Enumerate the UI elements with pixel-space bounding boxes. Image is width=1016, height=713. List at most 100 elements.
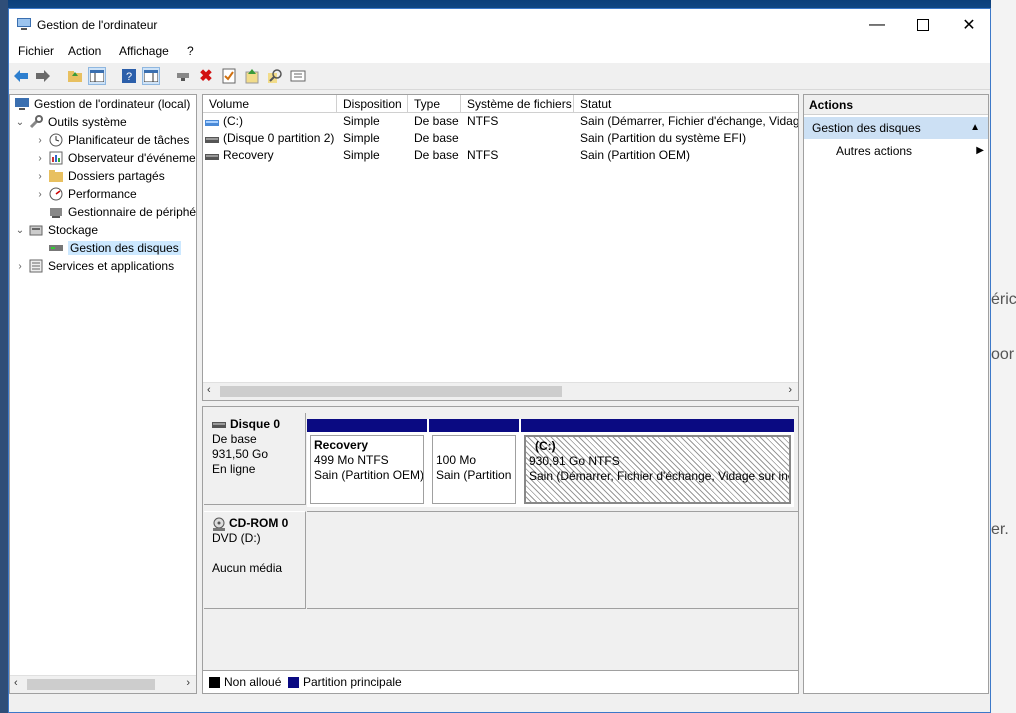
- partition-bar: [429, 419, 519, 432]
- title-bar[interactable]: Gestion de l'ordinateur — ✕: [9, 9, 990, 41]
- export-list-button[interactable]: [289, 67, 307, 85]
- background-text-1: éric: [991, 291, 1016, 308]
- cdrom-0-name: CD-ROM 0: [229, 516, 289, 530]
- scroll-left-icon[interactable]: ‹: [14, 677, 18, 689]
- connect-drive-button[interactable]: [174, 67, 192, 85]
- show-hide-tree-button[interactable]: [88, 67, 106, 85]
- performance-icon: [48, 186, 64, 202]
- tree-label-device-manager: Gestionnaire de périphé: [68, 205, 197, 219]
- minimize-button[interactable]: —: [854, 9, 900, 41]
- help-button[interactable]: ?: [120, 67, 138, 85]
- partition-bar: [307, 419, 427, 432]
- background-window-left: [0, 0, 8, 713]
- menu-help[interactable]: ?: [187, 44, 194, 58]
- volume-status: Sain (Démarrer, Fichier d'échange, Vidag…: [580, 114, 798, 128]
- show-hide-action-button[interactable]: [142, 67, 160, 85]
- maximize-button[interactable]: [900, 9, 946, 41]
- tree-label-services: Services et applications: [48, 259, 175, 273]
- column-header-volume[interactable]: Volume: [203, 95, 337, 113]
- scroll-left-icon[interactable]: ‹: [207, 384, 211, 396]
- chevron-right-icon[interactable]: ›: [34, 189, 46, 200]
- chevron-right-icon[interactable]: ›: [34, 153, 46, 164]
- volume-type: De base: [414, 114, 459, 128]
- search-button[interactable]: [266, 67, 284, 85]
- actions-more-actions[interactable]: Autres actions ▶: [836, 141, 986, 161]
- chevron-right-icon[interactable]: ›: [34, 171, 46, 182]
- column-header-filesystem[interactable]: Système de fichiers: [461, 95, 574, 113]
- disk-icon: [212, 421, 226, 428]
- search-icon: [268, 69, 282, 83]
- tree-item-shared-folders[interactable]: › Dossiers partagés: [34, 167, 164, 185]
- tree-item-services[interactable]: › Services et applications: [14, 257, 174, 275]
- svg-text:?: ?: [126, 71, 132, 83]
- tree-item-task-scheduler[interactable]: › Planificateur de tâches: [34, 131, 189, 149]
- partition-c[interactable]: (C:) 930,91 Go NTFS Sain (Démarrer, Fich…: [521, 419, 794, 507]
- collapse-up-icon[interactable]: ▲: [970, 117, 980, 139]
- tree-item-root[interactable]: Gestion de l'ordinateur (local): [12, 95, 190, 113]
- volume-list-horizontal-scrollbar[interactable]: ‹ ›: [203, 382, 798, 400]
- tree-label-storage: Stockage: [48, 223, 99, 237]
- partition-body: Recovery 499 Mo NTFS Sain (Partition OEM…: [310, 435, 424, 504]
- partition-recovery[interactable]: Recovery 499 Mo NTFS Sain (Partition OEM…: [307, 419, 427, 507]
- back-button[interactable]: [12, 67, 30, 85]
- more-actions-label: Autres actions: [836, 144, 913, 158]
- delete-button[interactable]: ✖: [197, 67, 215, 85]
- tree-item-system-tools[interactable]: ⌄ Outils système: [14, 113, 127, 131]
- refresh-icon: [245, 69, 259, 84]
- cdrom-0-label[interactable]: CD-ROM 0 DVD (D:) Aucun média: [204, 511, 306, 609]
- volume-disposition: Simple: [343, 114, 380, 128]
- legend-swatch-unallocated: [209, 677, 220, 688]
- volume-list: Volume Disposition Type Système de fichi…: [202, 94, 799, 401]
- window-title: Gestion de l'ordinateur: [37, 18, 158, 32]
- tree-item-event-viewer[interactable]: › Observateur d'événeme: [34, 149, 196, 167]
- refresh-button[interactable]: [243, 67, 261, 85]
- column-header-status[interactable]: Statut: [574, 95, 798, 113]
- disk-0-partitions: Recovery 499 Mo NTFS Sain (Partition OEM…: [307, 419, 794, 507]
- center-pane: Volume Disposition Type Système de fichi…: [202, 94, 799, 694]
- tree-label-performance: Performance: [68, 187, 137, 201]
- cdrom-0-area[interactable]: [307, 511, 798, 609]
- scrollbar-thumb[interactable]: [27, 679, 155, 690]
- background-text-2: oor: [991, 346, 1015, 363]
- tree-item-device-manager[interactable]: Gestionnaire de périphé: [46, 203, 196, 221]
- menu-fichier[interactable]: Fichier: [18, 44, 54, 58]
- scroll-right-icon[interactable]: ›: [186, 677, 190, 689]
- disk-0-type: De base: [212, 432, 257, 446]
- tree-horizontal-scrollbar[interactable]: ‹ ›: [10, 675, 196, 693]
- menu-action[interactable]: Action: [68, 44, 101, 58]
- chevron-right-icon[interactable]: ›: [34, 135, 46, 146]
- scroll-right-icon[interactable]: ›: [788, 384, 792, 396]
- tree-item-disk-management[interactable]: Gestion des disques: [46, 239, 181, 257]
- shared-folder-icon: [48, 168, 64, 184]
- column-header-type[interactable]: Type: [408, 95, 461, 113]
- forward-button[interactable]: [34, 67, 52, 85]
- chevron-down-icon[interactable]: ⌄: [14, 117, 26, 128]
- back-arrow-icon: [14, 70, 28, 82]
- tree-label-system-tools: Outils système: [48, 115, 127, 129]
- partition-efi[interactable]: 100 Mo Sain (Partition: [429, 419, 519, 507]
- close-button[interactable]: ✕: [946, 9, 992, 41]
- menu-bar: Fichier Action Affichage ?: [9, 41, 990, 63]
- tree-item-performance[interactable]: › Performance: [34, 185, 137, 203]
- partition-name: (C:): [535, 439, 556, 453]
- column-header-disposition[interactable]: Disposition: [337, 95, 408, 113]
- chevron-right-icon[interactable]: ›: [14, 261, 26, 272]
- volume-icon: [205, 150, 219, 164]
- tree-label-disk-management: Gestion des disques: [68, 241, 181, 255]
- volume-status: Sain (Partition OEM): [580, 148, 691, 162]
- partition-status: Sain (Partition: [436, 468, 512, 482]
- up-folder-button[interactable]: [66, 67, 84, 85]
- actions-title: Actions: [804, 95, 988, 115]
- tree-item-storage[interactable]: ⌄ Stockage: [14, 221, 98, 239]
- help-icon: ?: [122, 69, 136, 83]
- properties-button[interactable]: [220, 67, 238, 85]
- cd-rom-icon: [213, 517, 225, 531]
- disk-0-label[interactable]: Disque 0 De base 931,50 Go En ligne: [204, 413, 306, 505]
- scrollbar-thumb[interactable]: [220, 386, 562, 397]
- tree-label-event-viewer: Observateur d'événeme: [68, 151, 196, 165]
- actions-section-disk-management[interactable]: Gestion des disques ▲: [804, 117, 988, 139]
- cdrom-0-drive: DVD (D:): [212, 531, 261, 545]
- volume-disposition: Simple: [343, 131, 380, 145]
- menu-affichage[interactable]: Affichage: [119, 44, 169, 58]
- chevron-down-icon[interactable]: ⌄: [14, 225, 26, 236]
